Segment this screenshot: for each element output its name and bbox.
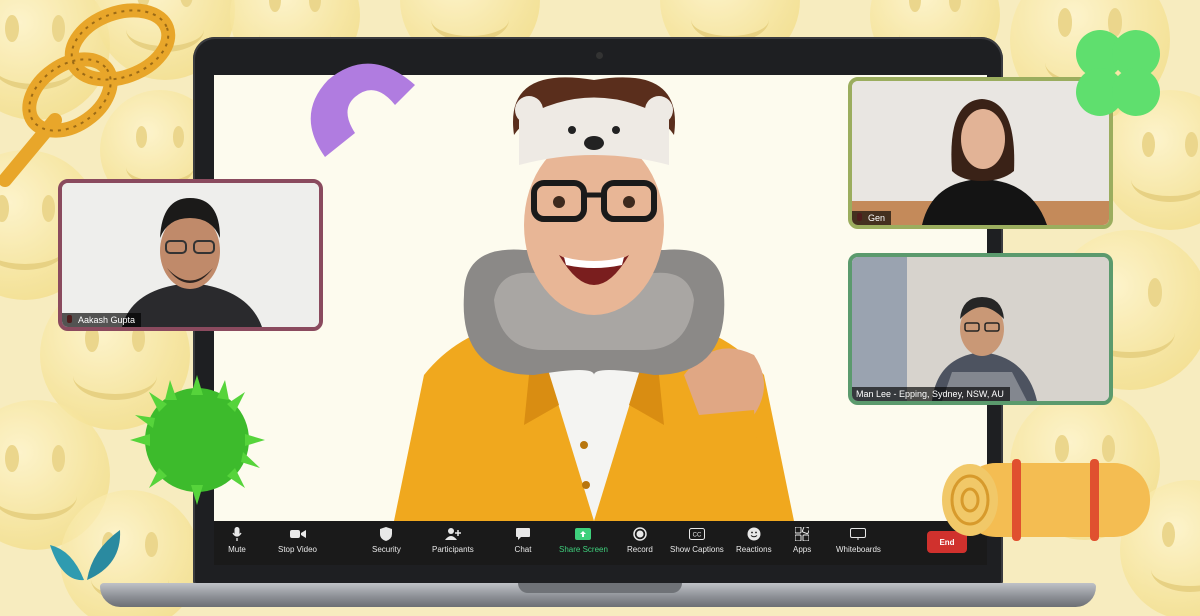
security-button[interactable]: Security <box>372 526 401 554</box>
record-button[interactable]: Record <box>627 526 653 554</box>
participant-video-man-lee <box>852 257 1109 401</box>
reaction-icon <box>745 526 763 542</box>
participant-tile-man-lee[interactable]: Man Lee - Epping, Sydney, NSW, AU <box>848 253 1113 405</box>
svg-text:CC: CC <box>693 533 702 539</box>
record-icon <box>631 526 649 542</box>
captions-icon: CC <box>688 526 706 542</box>
rope-sticker <box>0 3 176 187</box>
security-label: Security <box>372 545 401 554</box>
share-screen-icon <box>574 526 592 542</box>
participant-name: Aakash Gupta <box>62 313 142 327</box>
participant-name: Gen <box>852 211 892 225</box>
participants-button[interactable]: Participants <box>432 526 474 554</box>
participant-video-aakash <box>62 183 319 327</box>
apps-icon <box>793 526 811 542</box>
microphone-icon <box>228 526 246 542</box>
participants-icon <box>444 526 462 542</box>
record-label: Record <box>627 545 653 554</box>
whiteboards-label: Whiteboards <box>836 545 881 554</box>
webcam-dot <box>596 52 603 59</box>
chat-bubble-icon <box>514 526 532 542</box>
chat-label: Chat <box>514 545 532 554</box>
main-speaker-video <box>394 77 794 521</box>
apps-label: Apps <box>793 545 812 554</box>
show-captions-label: Show Captions <box>670 545 724 554</box>
reactions-button[interactable]: Reactions <box>736 526 772 554</box>
mute-label: Mute <box>228 545 246 554</box>
meeting-toolbar: Mute Stop Video Security Participants Ch… <box>214 521 987 565</box>
laptop-notch <box>518 583 682 593</box>
show-captions-button[interactable]: CC Show Captions <box>670 526 724 554</box>
whiteboard-icon <box>849 526 867 542</box>
video-camera-icon <box>289 526 307 542</box>
teal-butterfly-sticker <box>50 530 121 581</box>
stop-video-label: Stop Video <box>278 545 317 554</box>
whiteboards-button[interactable]: Whiteboards <box>836 526 881 554</box>
mute-button[interactable]: Mute <box>228 526 246 554</box>
chat-button[interactable]: Chat <box>514 526 532 554</box>
sleeping-mat-sticker <box>942 459 1150 541</box>
participants-label: Participants <box>432 545 474 554</box>
apps-button[interactable]: Apps <box>793 526 811 554</box>
reactions-label: Reactions <box>736 545 772 554</box>
participant-tile-aakash[interactable]: Aakash Gupta <box>58 179 323 331</box>
purple-arc-sticker <box>310 63 415 157</box>
stop-video-button[interactable]: Stop Video <box>278 526 317 554</box>
spiky-ball-sticker <box>130 375 265 505</box>
shield-icon <box>377 526 395 542</box>
share-screen-button[interactable]: Share Screen <box>559 526 608 554</box>
share-screen-label: Share Screen <box>559 545 608 554</box>
participant-name: Man Lee - Epping, Sydney, NSW, AU <box>852 387 1010 401</box>
clover-sticker <box>1076 30 1160 116</box>
